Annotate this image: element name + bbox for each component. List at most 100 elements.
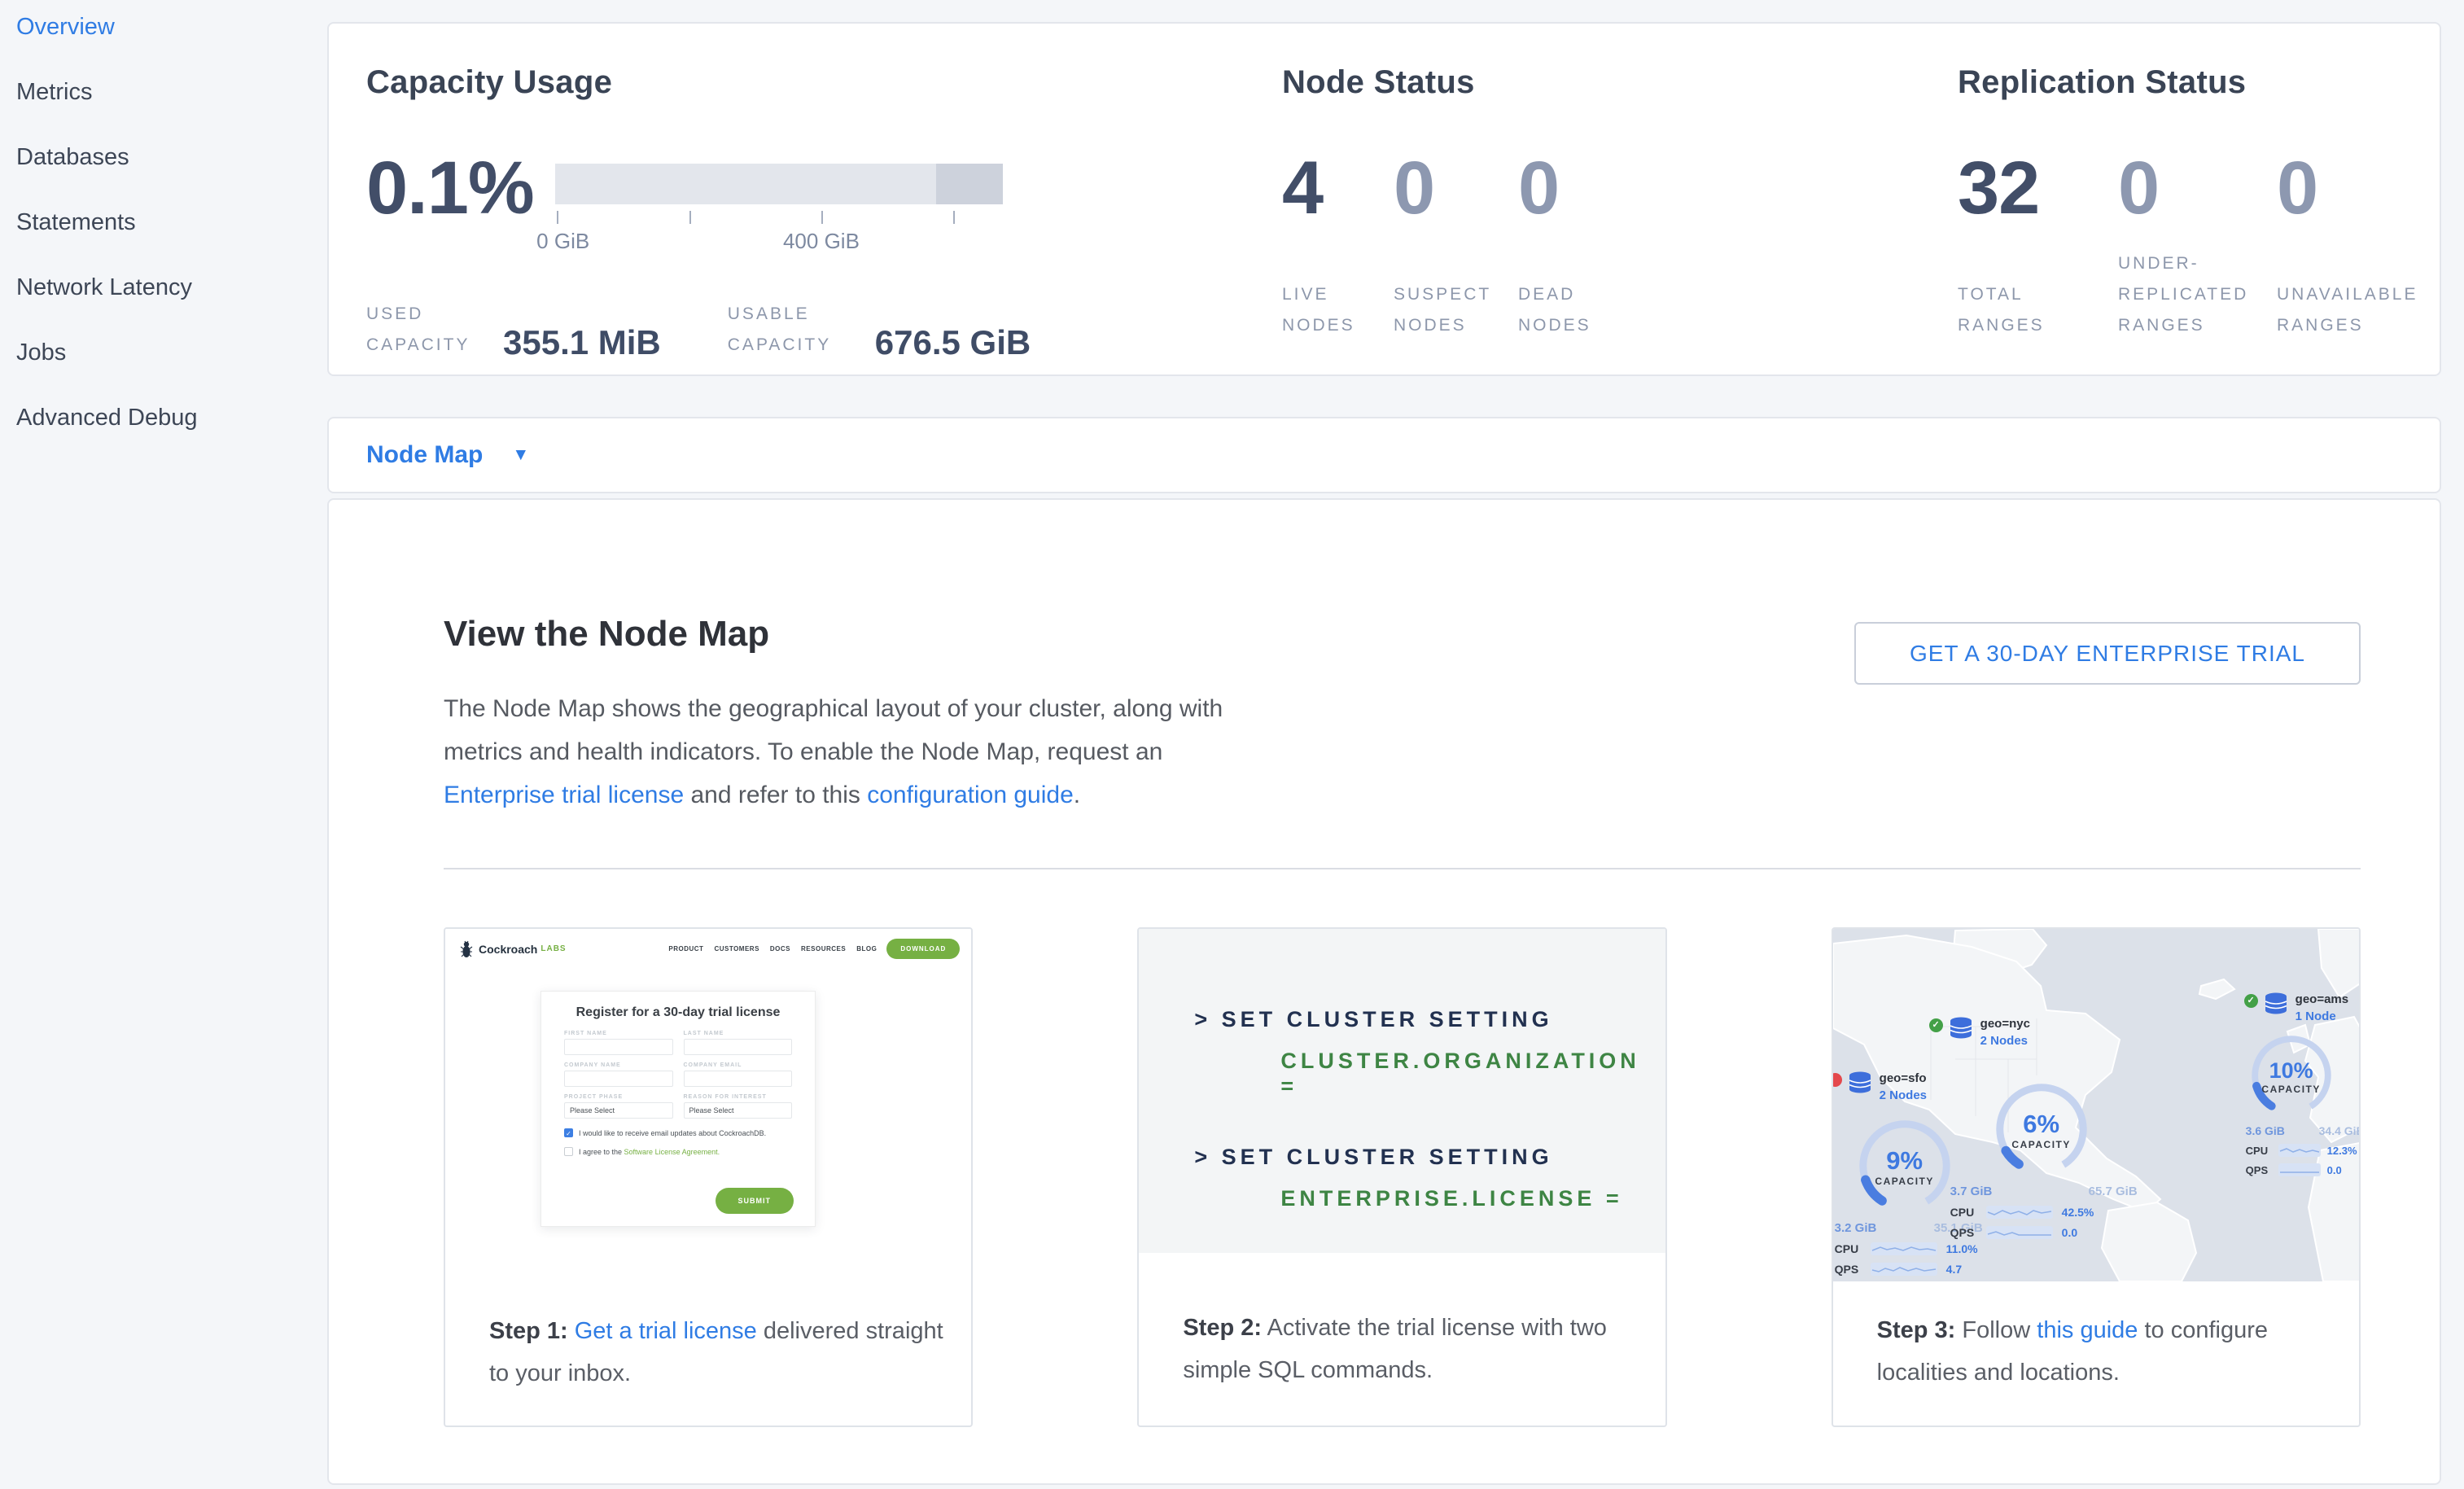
enterprise-trial-license-link[interactable]: Enterprise trial license [444, 782, 684, 808]
step-2-card: > SET CLUSTER SETTING CLUSTER.ORGANIZATI… [1137, 927, 1666, 1427]
database-icon [1949, 1017, 1973, 1039]
cpu-label: CPU [1835, 1242, 1866, 1255]
total-ranges-value: 32 [1958, 157, 2118, 219]
sidebar-item-metrics[interactable]: Metrics [16, 78, 327, 106]
capacity-used: 3.2 GiB [1835, 1221, 1877, 1235]
qps-label: QPS [1835, 1263, 1866, 1276]
sidebar-item-statements[interactable]: Statements [16, 208, 327, 236]
site-nav-docs: DOCS [770, 945, 790, 953]
sql-line-4: ENTERPRISE.LICENSE = [1280, 1186, 1665, 1211]
qps-sparkline [2278, 1163, 2321, 1176]
chevron-down-icon[interactable]: ▼ [512, 445, 529, 465]
qps-label: QPS [1950, 1226, 1981, 1239]
email-updates-label: I would like to receive email updates ab… [579, 1129, 766, 1137]
site-logo-text: Cockroach [479, 943, 537, 956]
node-count: 2 Nodes [1980, 1034, 2030, 1048]
description-text: The Node Map shows the geographical layo… [444, 695, 1223, 765]
replication-status-title: Replication Status [1958, 64, 2440, 101]
suspect-nodes-value: 0 [1394, 157, 1518, 219]
form-title: Register for a 30-day trial license [564, 1005, 792, 1020]
step-2-caption: Step 2: Activate the trial license with … [1139, 1253, 1665, 1391]
main-content: Capacity Usage 0.1% 0 GiB 400 Gi [327, 0, 2441, 1485]
get-enterprise-trial-button[interactable]: GET A 30-DAY ENTERPRISE TRIAL [1854, 622, 2361, 685]
replication-status-section: Replication Status 32 TOTAL RANGES 0 UND… [1958, 64, 2440, 374]
sidebar: Overview Metrics Databases Statements Ne… [0, 0, 327, 469]
node-status-title: Node Status [1282, 64, 1958, 101]
unavailable-ranges-value: 0 [2277, 157, 2427, 219]
capacity-caption: CAPACITY [2246, 1084, 2337, 1095]
cluster-summary-card: Capacity Usage 0.1% 0 GiB 400 Gi [327, 22, 2441, 376]
cpu-sparkline [2278, 1144, 2321, 1157]
qps-value: 4.7 [1946, 1263, 1962, 1276]
last-name-input [684, 1039, 793, 1055]
view-selector-bar[interactable]: Node Map ▼ [327, 417, 2441, 493]
capacity-percent: 6% [1989, 1110, 2094, 1139]
sql-commands-snippet: > SET CLUSTER SETTING CLUSTER.ORGANIZATI… [1139, 929, 1665, 1253]
unavailable-ranges-label: UNAVAILABLE RANGES [2277, 279, 2427, 341]
used-capacity-label: USED CAPACITY [366, 299, 490, 361]
company-email-input [684, 1071, 793, 1087]
this-guide-link[interactable]: this guide [2037, 1317, 2138, 1343]
step-3-label: Step 3: [1877, 1317, 1956, 1343]
step-3-card: geo=sfo 2 Nodes 9% CAPACITY [1832, 927, 2361, 1427]
capacity-gauge: 10% CAPACITY [2246, 1030, 2337, 1121]
locality-name: geo=sfo [1880, 1071, 1927, 1085]
sidebar-item-jobs[interactable]: Jobs [16, 339, 327, 366]
form-submit-button: SUBMIT [716, 1188, 794, 1214]
capacity-total: 65.7 GiB [2089, 1185, 2138, 1198]
registration-site-screenshot: Cockroach LABS PRODUCT CUSTOMERS DOCS RE… [445, 929, 971, 1256]
node-map-preview: geo=sfo 2 Nodes 9% CAPACITY [1833, 929, 2359, 1281]
project-phase-label: PROJECT PHASE [564, 1094, 673, 1100]
tick-label-0gib: 0 GiB [536, 229, 589, 254]
cockroach-logo-icon [458, 940, 475, 958]
node-map-description: The Node Map shows the geographical layo… [444, 687, 1241, 817]
tick-400gib [821, 211, 823, 224]
qps-label: QPS [2246, 1164, 2274, 1176]
step-1-label: Step 1: [489, 1318, 568, 1344]
reason-for-interest-label: REASON FOR INTEREST [684, 1094, 793, 1100]
get-trial-license-link[interactable]: Get a trial license [575, 1318, 757, 1344]
dead-nodes-metric: 0 DEAD NODES [1518, 157, 1595, 341]
tick-200gib [689, 211, 691, 224]
node-status-section: Node Status 4 LIVE NODES 0 SUSPECT NODES… [1282, 64, 1958, 374]
cpu-value: 12.3% [2327, 1145, 2357, 1157]
license-agreement-label: I agree to the Software License Agreemen… [579, 1148, 720, 1156]
capacity-gauge: 6% CAPACITY [1989, 1077, 2094, 1181]
used-capacity-stat: USED CAPACITY 355.1 MiB [366, 299, 661, 361]
cpu-value: 42.5% [2062, 1206, 2094, 1219]
capacity-total: 34.4 GiB [2319, 1124, 2359, 1137]
cpu-sparkline [1871, 1242, 1937, 1255]
qps-sparkline [1986, 1226, 2053, 1239]
configuration-guide-link[interactable]: configuration guide [867, 782, 1074, 808]
sidebar-item-databases[interactable]: Databases [16, 143, 327, 171]
sidebar-item-overview[interactable]: Overview [16, 13, 327, 41]
license-agreement-checkbox [564, 1147, 573, 1156]
first-name-input [564, 1039, 673, 1055]
site-nav-blog: BLOG [856, 945, 877, 953]
description-text: . [1074, 782, 1080, 808]
project-phase-select: Please Select [564, 1102, 673, 1119]
sidebar-item-advanced-debug[interactable]: Advanced Debug [16, 404, 327, 431]
section-divider [444, 868, 2361, 869]
capacity-used: 3.6 GiB [2246, 1124, 2285, 1137]
node-map-dropdown[interactable]: Node Map [366, 441, 483, 469]
warning-status-icon [1833, 1073, 1842, 1087]
sql-line-1: > SET CLUSTER SETTING [1194, 1007, 1665, 1032]
tick-label-400gib: 400 GiB [783, 229, 860, 254]
company-name-input [564, 1071, 673, 1087]
qps-sparkline [1871, 1263, 1937, 1276]
qps-value: 0.0 [2327, 1164, 2342, 1176]
capacity-percent: 0.1% [366, 157, 534, 253]
dead-nodes-label: DEAD NODES [1518, 279, 1595, 341]
cpu-value: 11.0% [1946, 1242, 1978, 1255]
healthy-status-icon: ✓ [2244, 994, 2258, 1008]
live-nodes-label: LIVE NODES [1282, 279, 1359, 341]
sql-line-3: > SET CLUSTER SETTING [1194, 1145, 1665, 1170]
locality-badge-nyc: ✓ geo=nyc 2 Nodes [1929, 1017, 2141, 1239]
capacity-bar-track [555, 164, 1003, 204]
sidebar-item-network-latency[interactable]: Network Latency [16, 274, 327, 301]
capacity-bar-other-segment [936, 164, 1003, 204]
step-3-caption: Step 3: Follow this guide to configure l… [1833, 1281, 2359, 1394]
under-replicated-ranges-metric: 0 UNDER-REPLICATED RANGES [2118, 157, 2277, 341]
node-map-panel: View the Node Map The Node Map shows the… [327, 498, 2441, 1485]
